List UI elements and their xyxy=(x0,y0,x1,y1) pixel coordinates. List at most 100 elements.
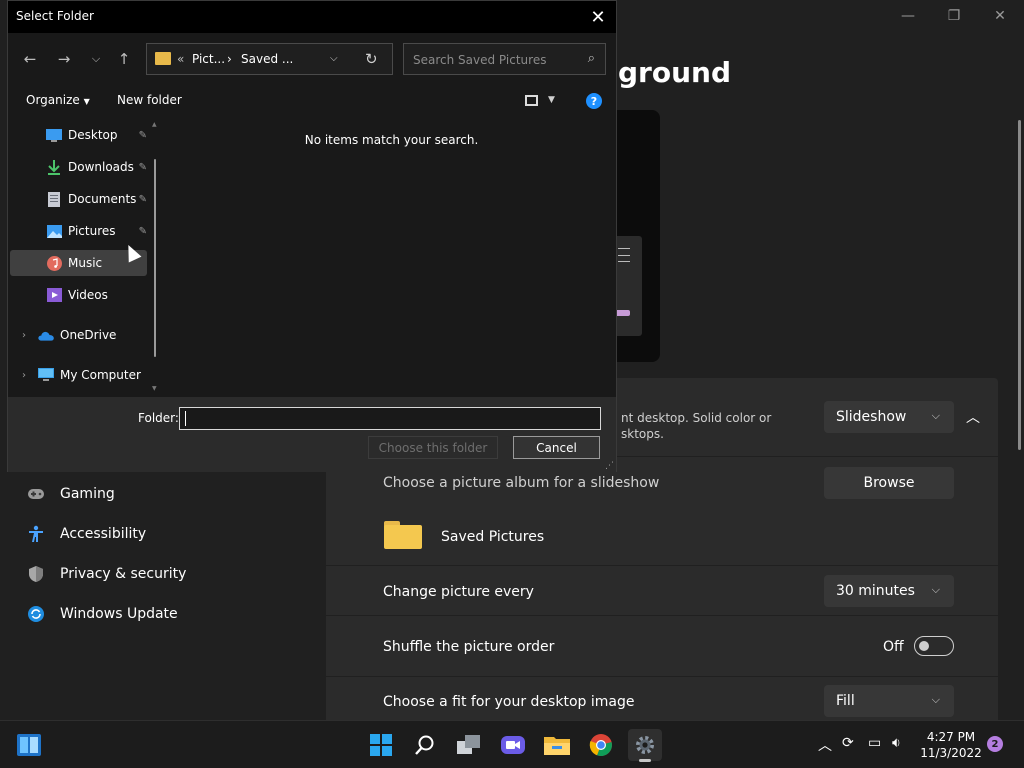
recent-chevron-icon[interactable]: ⌵ xyxy=(84,47,108,71)
minimize-button[interactable]: — xyxy=(885,0,931,32)
shuffle-state: Off xyxy=(883,639,904,655)
close-button[interactable]: ✕ xyxy=(977,0,1023,32)
browse-button[interactable]: Browse xyxy=(824,467,954,499)
breadcrumb-saved-pictures[interactable]: Saved ... xyxy=(241,52,293,66)
file-list[interactable]: No items match your search. xyxy=(167,119,616,397)
back-arrow-icon[interactable]: ← xyxy=(18,47,42,71)
organize-label: Organize xyxy=(26,93,80,107)
nav-pane-downloads[interactable]: Downloads ✎ xyxy=(10,154,147,180)
file-explorer-button[interactable] xyxy=(540,729,574,761)
pin-icon[interactable]: ✎ xyxy=(139,194,147,205)
chevron-right-icon[interactable]: › xyxy=(22,370,26,381)
pin-icon[interactable]: ✎ xyxy=(139,226,147,237)
choose-folder-button[interactable]: Choose this folder xyxy=(368,436,498,459)
dropdown-value: Slideshow xyxy=(836,409,907,425)
nav-pane-label: Documents xyxy=(68,192,137,206)
chat-icon xyxy=(501,736,525,754)
search-placeholder: Search Saved Pictures xyxy=(413,53,547,67)
chevron-down-icon: ⌵ xyxy=(931,693,940,706)
dropdown-value: Fill xyxy=(836,693,855,709)
videos-icon xyxy=(46,287,62,303)
scroll-up-arrow-icon[interactable]: ▲ xyxy=(152,121,157,128)
interval-row: Change picture every 30 minutes ⌵ xyxy=(326,566,998,615)
network-icon[interactable]: ▭ xyxy=(868,735,881,751)
up-arrow-icon[interactable]: ↑ xyxy=(112,47,136,71)
refresh-icon[interactable]: ↻ xyxy=(365,50,378,68)
chevron-right-icon[interactable]: › xyxy=(22,330,26,341)
page-title: ground xyxy=(618,56,731,89)
navigation-pane: Desktop ✎ Downloads ✎ Documents ✎ Pictur… xyxy=(8,119,165,397)
search-box[interactable]: Search Saved Pictures ⌕ xyxy=(403,43,606,75)
nav-item-windows-update[interactable]: Windows Update xyxy=(26,602,178,626)
chat-button[interactable] xyxy=(496,729,530,761)
view-chevron-icon[interactable]: ▼ xyxy=(548,95,555,105)
background-type-dropdown[interactable]: Slideshow ⌵ xyxy=(824,401,954,433)
nav-pane-label: OneDrive xyxy=(60,328,117,342)
chrome-icon xyxy=(589,734,612,757)
fit-row: Choose a fit for your desktop image Fill… xyxy=(326,677,998,720)
shuffle-label: Shuffle the picture order xyxy=(383,639,555,655)
breadcrumb-pictures[interactable]: Pict... xyxy=(192,52,225,66)
search-button[interactable] xyxy=(408,729,442,761)
resize-grip-icon[interactable]: ⋰ xyxy=(605,461,614,471)
fit-dropdown[interactable]: Fill ⌵ xyxy=(824,685,954,717)
sync-icon[interactable]: ⟳ xyxy=(842,735,854,751)
music-icon xyxy=(46,255,62,271)
breadcrumb-overflow[interactable]: « xyxy=(177,52,184,66)
volume-icon[interactable]: 🔉︎ xyxy=(892,735,901,751)
task-view-icon xyxy=(457,735,480,754)
interval-label: Change picture every xyxy=(383,584,534,600)
start-button[interactable] xyxy=(364,729,398,761)
settings-app-button[interactable] xyxy=(628,729,662,762)
windows-logo-icon xyxy=(370,734,392,756)
chrome-button[interactable] xyxy=(584,729,618,761)
cancel-button[interactable]: Cancel xyxy=(513,436,600,459)
nav-pane-videos[interactable]: Videos xyxy=(10,282,147,308)
folder-label: Folder: xyxy=(138,411,179,425)
new-folder-button[interactable]: New folder xyxy=(117,93,182,107)
search-icon[interactable]: ⌕ xyxy=(588,51,595,66)
help-icon[interactable]: ? xyxy=(586,93,602,109)
chevron-down-icon[interactable]: ⌵ xyxy=(330,53,338,64)
nav-pane-documents[interactable]: Documents ✎ xyxy=(10,186,147,212)
widgets-button[interactable] xyxy=(12,729,46,761)
chevron-up-icon[interactable]: ︿ xyxy=(966,407,980,427)
shuffle-toggle[interactable] xyxy=(914,636,954,656)
clock[interactable]: 4:27 PM 11/3/2022 xyxy=(916,729,986,761)
forward-arrow-icon[interactable]: → xyxy=(52,47,76,71)
nav-pane-label: My Computer xyxy=(60,368,141,382)
nav-label: Gaming xyxy=(60,486,115,502)
nav-item-gaming[interactable]: Gaming xyxy=(26,482,115,506)
nav-item-privacy-security[interactable]: Privacy & security xyxy=(26,562,186,586)
clock-date: 11/3/2022 xyxy=(920,746,982,760)
chevron-down-icon: ⌵ xyxy=(931,583,940,596)
maximize-button[interactable]: ❐ xyxy=(931,0,977,32)
nav-pane-onedrive[interactable]: › OneDrive xyxy=(10,322,147,348)
nav-pane-desktop[interactable]: Desktop ✎ xyxy=(10,122,147,148)
settings-scrollbar[interactable] xyxy=(1018,120,1021,450)
album-name: Saved Pictures xyxy=(441,529,545,545)
dialog-titlebar[interactable]: Select Folder ✕ xyxy=(8,1,616,33)
nav-pane-label: Desktop xyxy=(68,128,118,142)
dialog-toolbar: Organize ▼ New folder ▼ ? xyxy=(8,85,616,117)
scroll-down-arrow-icon[interactable]: ▼ xyxy=(152,385,157,392)
address-bar[interactable]: « Pict... › Saved ... ⌵ ↻ xyxy=(146,43,393,75)
nav-pane-my-computer[interactable]: › My Computer xyxy=(10,362,147,388)
nav-item-accessibility[interactable]: Accessibility xyxy=(26,522,146,546)
widgets-icon xyxy=(17,734,41,756)
chevron-down-icon: ▼ xyxy=(83,97,90,106)
pin-icon[interactable]: ✎ xyxy=(139,130,147,141)
notification-badge[interactable]: 2 xyxy=(987,736,1003,752)
folder-input[interactable] xyxy=(179,407,601,430)
nav-pane-pictures[interactable]: Pictures ✎ xyxy=(10,218,147,244)
nav-pane-scrollbar[interactable] xyxy=(154,159,156,357)
shuffle-row: Shuffle the picture order Off xyxy=(326,616,998,676)
view-icon[interactable] xyxy=(525,95,538,106)
organize-menu[interactable]: Organize ▼ xyxy=(26,93,90,107)
interval-dropdown[interactable]: 30 minutes ⌵ xyxy=(824,575,954,607)
pictures-icon xyxy=(46,223,62,239)
task-view-button[interactable] xyxy=(452,729,486,761)
pin-icon[interactable]: ✎ xyxy=(139,162,147,173)
dialog-close-button[interactable]: ✕ xyxy=(586,5,610,29)
show-hidden-icons-chevron-icon[interactable]: ︿ xyxy=(818,735,832,755)
